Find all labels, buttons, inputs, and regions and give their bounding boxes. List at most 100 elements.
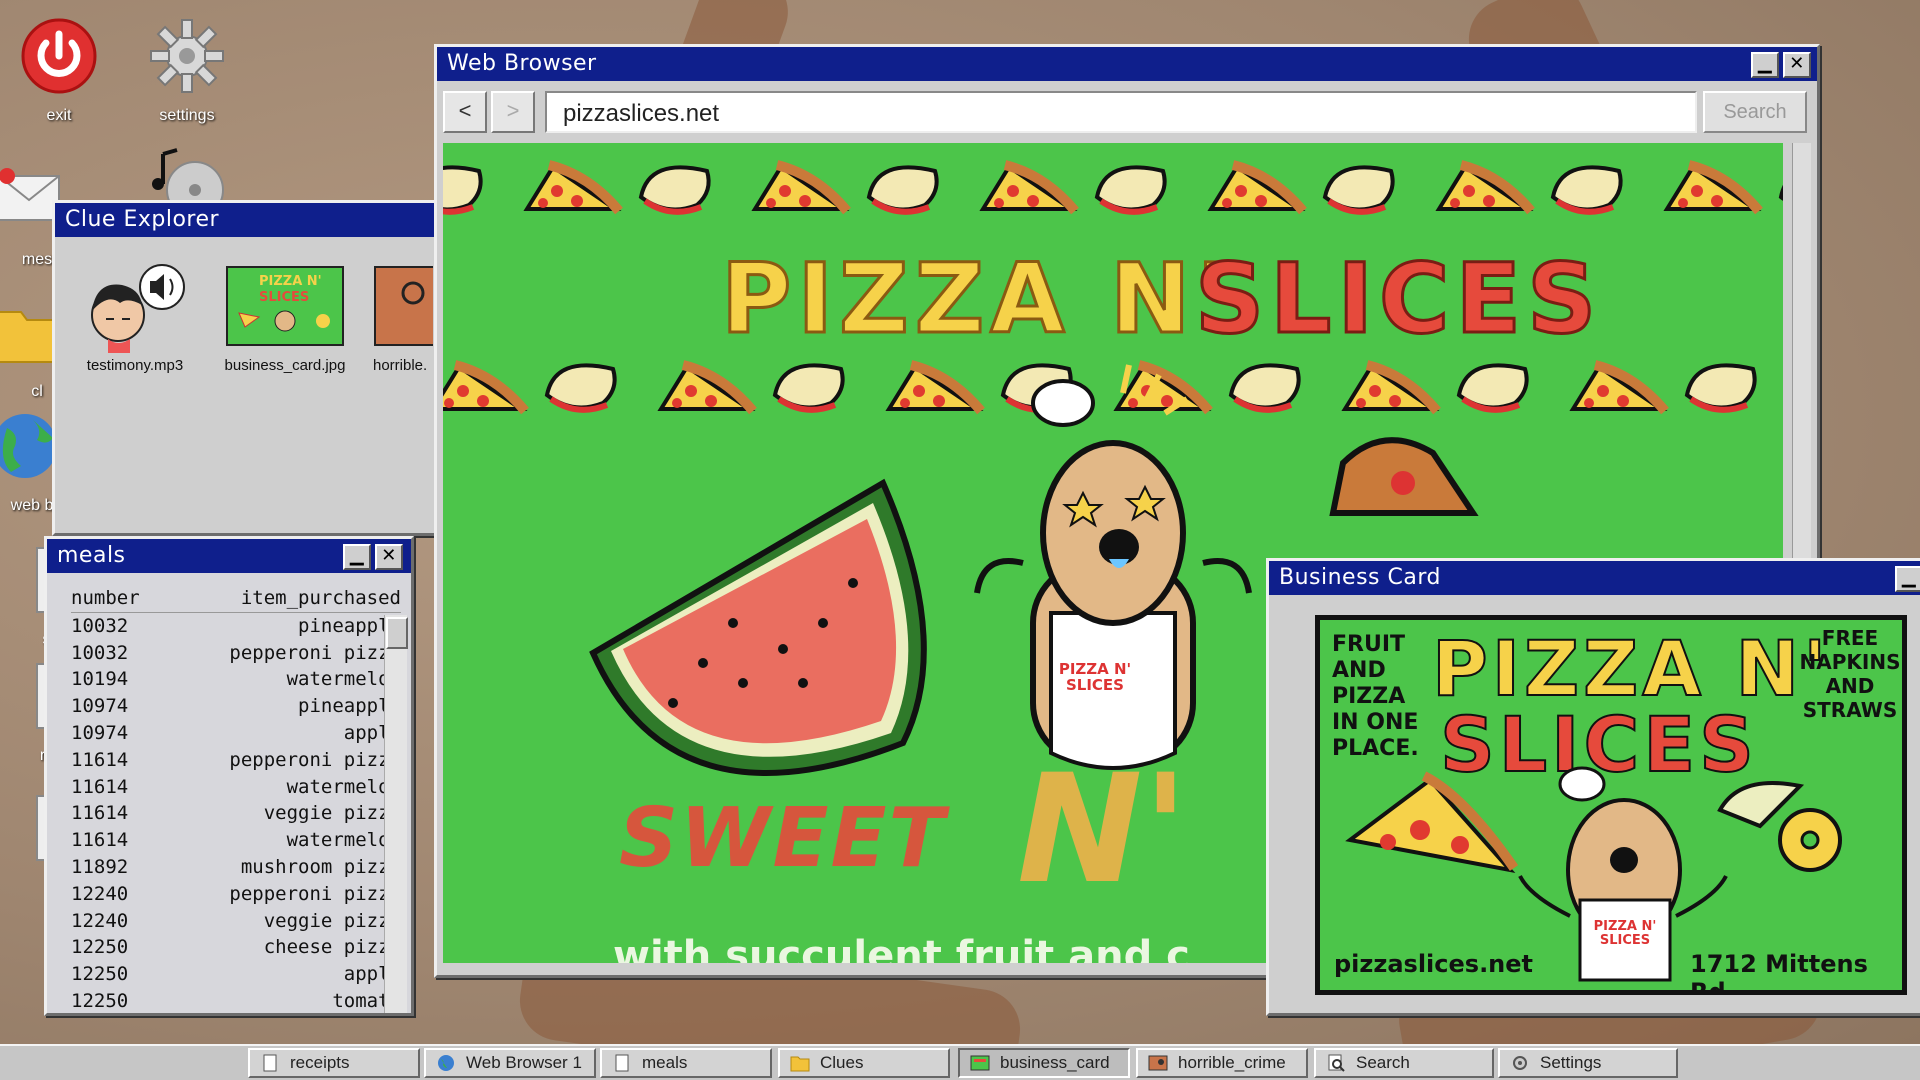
search-button[interactable]: Search [1703,91,1807,133]
table-row: 11614 pepperoni pizza [71,747,401,774]
image-icon [1148,1055,1168,1071]
taskbar-item-search[interactable]: Search [1314,1048,1494,1078]
svg-text:SLICES: SLICES [259,290,309,305]
business-card-image: FRUIT AND PIZZA IN ONE PLACE. PIZZA N' S… [1315,615,1907,995]
minimize-button[interactable]: ▁ [343,544,371,570]
minimize-button[interactable]: ▁ [1895,566,1920,592]
chef-mascot-icon [1518,766,1728,982]
close-button[interactable]: ✕ [1783,52,1811,78]
watermelon-icon [589,478,927,776]
table-row: 12250 tomato [71,988,401,1013]
file-testimony[interactable]: testimony.mp3 [65,263,205,374]
cell-number: 12240 [71,909,129,932]
table-row: 11614 veggie pizza [71,800,401,827]
site-n-apostrophe-text: N' [1017,743,1189,917]
card-website: pizzaslices.net [1334,950,1534,978]
table-row: 12240 pepperoni pizza [71,881,401,908]
cell-item: veggie pizza [263,909,401,932]
svg-text:PIZZA N': PIZZA N' [259,274,322,289]
image-thumbnail-icon [374,266,436,346]
table-row: 12250 apple [71,961,401,988]
table-row: 10974 pineapple [71,693,401,720]
minimize-button[interactable]: ▁ [1751,52,1779,78]
minimize-icon: ▁ [1757,53,1773,74]
table-row: 12240 veggie pizza [71,908,401,935]
cell-item: veggie pizza [263,802,401,825]
power-icon [21,18,97,94]
cell-number: 10032 [71,614,129,637]
folder-icon [790,1056,810,1072]
url-input[interactable]: pizzaslices.net [545,91,1697,133]
cell-number: 10032 [71,641,129,664]
chevron-right-icon: > [506,98,520,123]
taskbar: receipts Web Browser 1 meals Clues busin… [0,1044,1920,1080]
card-address: 1712 Mittens Rd [1690,950,1868,995]
pizza-slice-icon [1345,771,1519,874]
site-sweet-text: SWEET [619,791,947,886]
cell-item: pepperoni pizza [229,882,401,905]
web-browser-titlebar[interactable]: Web Browser ▁ ✕ [437,47,1817,81]
cell-number: 12250 [71,989,129,1012]
meals-titlebar[interactable]: meals ▁ ✕ [47,539,411,573]
cell-number: 11892 [71,855,129,878]
card-apron-text: PIZZA N' SLICES [1593,919,1657,948]
cell-number: 10194 [71,668,129,691]
meals-window[interactable]: meals ▁ ✕ number item_purchased 10032 pin… [44,536,414,1016]
business-card-window[interactable]: Business Card ▁ FRUIT AND PIZZA IN ONE P… [1266,558,1920,1016]
business-card-titlebar[interactable]: Business Card ▁ [1269,561,1920,595]
table-header: number item_purchased [71,585,401,613]
document-icon [263,1054,277,1072]
close-icon: ✕ [381,545,397,566]
close-button[interactable]: ✕ [375,544,403,570]
scrollbar-thumb[interactable] [386,617,408,649]
cell-number: 10974 [71,721,129,744]
desktop-icon-exit[interactable]: exit [4,16,114,125]
desktop-icon-settings[interactable]: settings [132,16,242,125]
cell-item: mushroom pizza [240,855,401,878]
cell-item: pepperoni pizza [229,748,401,771]
table-row: 10032 pineapple [71,613,401,640]
cell-number: 11614 [71,748,129,771]
table-row: 11614 watermelon [71,774,401,801]
taskbar-item-clues[interactable]: Clues [778,1048,950,1078]
document-icon [615,1054,629,1072]
minimize-icon: ▁ [1901,567,1917,588]
clue-explorer-window[interactable]: Clue Explorer testimony.mp3 PIZZA N' SLI… [52,200,458,536]
speaker-avatar-icon [91,264,185,353]
cell-number: 11614 [71,775,129,798]
cell-number: 12250 [71,963,129,986]
taskbar-item-receipts[interactable]: receipts [248,1048,420,1078]
gear-icon [1513,1056,1527,1070]
meals-scrollbar[interactable] [384,615,408,1013]
table-row: 12250 cheese pizza [71,934,401,961]
table-row: 10974 apple [71,720,401,747]
meals-table: number item_purchased 10032 pineapple 1003… [71,585,401,1013]
clue-explorer-titlebar[interactable]: Clue Explorer [55,203,455,237]
desktop: exit settings mes cl web b Clue Explorer… [0,0,1920,1044]
search-icon [1328,1054,1345,1072]
taskbar-item-settings[interactable]: Settings [1498,1048,1678,1078]
table-row: 10032 pepperoni pizza [71,640,401,667]
image-icon [970,1055,990,1071]
pizza-slice-icon [1329,437,1479,516]
taskbar-item-web-browser[interactable]: Web Browser 1 [424,1048,596,1078]
taskbar-item-business-card[interactable]: business_card [958,1048,1130,1078]
taskbar-item-horrible-crime[interactable]: horrible_crime [1136,1048,1308,1078]
image-thumbnail-icon: PIZZA N' SLICES [226,266,344,346]
file-business-card[interactable]: PIZZA N' SLICES business_card.jpg [215,263,355,374]
table-row: 11614 watermelon [71,827,401,854]
taskbar-item-meals[interactable]: meals [600,1048,772,1078]
chevron-left-icon: < [458,98,472,123]
forward-button[interactable]: > [491,91,535,133]
close-icon: ✕ [1789,53,1805,74]
back-button[interactable]: < [443,91,487,133]
table-row: 11892 mushroom pizza [71,854,401,881]
apple-pineapple-icon [1717,781,1842,872]
cell-number: 12250 [71,936,129,959]
minimize-icon: ▁ [349,545,365,566]
cell-item: pepperoni pizza [229,641,401,664]
cell-number: 11614 [71,802,129,825]
cell-item: cheese pizza [263,936,401,959]
globe-icon [438,1055,454,1071]
site-tagline: with succulent fruit and c [613,933,1190,963]
